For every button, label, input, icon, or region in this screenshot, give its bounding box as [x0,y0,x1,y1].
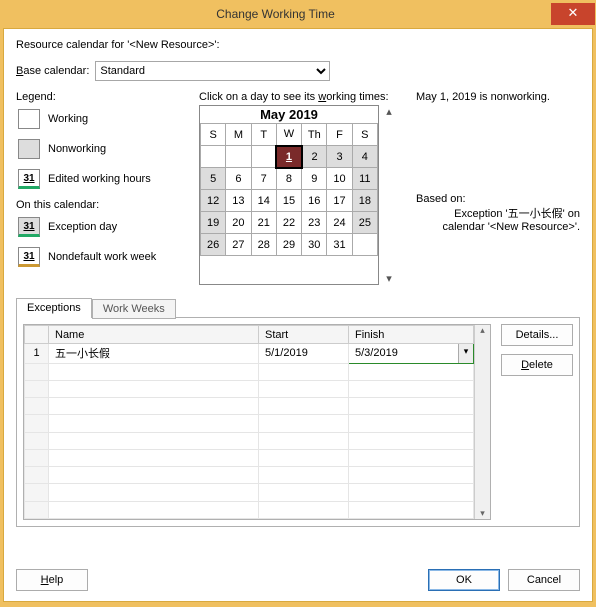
legend-nonworking-label: Nonworking [48,143,106,155]
legend-nondefault-swatch: 31 [18,247,40,267]
calendar-day[interactable]: 16 [302,190,327,212]
grid-corner [25,326,49,344]
calendar[interactable]: May 2019 SMTWThFS12345678910111213141516… [199,105,379,285]
chevron-down-icon[interactable]: ▾ [458,344,473,362]
resource-calendar-label: Resource calendar for '<New Resource>': [16,39,580,51]
calendar-day[interactable]: 22 [276,212,301,234]
calendar-dow: M [226,124,251,146]
calendar-day[interactable]: 14 [251,190,276,212]
calendar-day[interactable]: 25 [352,212,377,234]
calendar-day[interactable]: 24 [327,212,352,234]
exceptions-grid[interactable]: Name Start Finish 1 五一小长假 5/1/2019 5/3/2… [24,325,474,519]
calendar-day[interactable]: 19 [201,212,226,234]
scroll-up-icon[interactable]: ▴ [480,325,485,336]
calendar-day[interactable]: 10 [327,168,352,190]
calendar-day[interactable]: 11 [352,168,377,190]
calendar-day[interactable]: 28 [251,234,276,256]
calendar-day[interactable]: 1 [276,146,301,168]
legend-edited-swatch: 31 [18,169,40,189]
base-calendar-select[interactable]: Standard [95,61,330,81]
tab-work-weeks[interactable]: Work Weeks [92,299,176,319]
calendar-day[interactable]: 5 [201,168,226,190]
calendar-dow: Th [302,124,327,146]
calendar-hint: Click on a day to see its working times: [199,91,404,103]
legend-title: Legend: [16,91,191,103]
base-calendar-label: Base calendar: [16,65,89,77]
legend-nonworking-swatch [18,139,40,159]
calendar-day [251,146,276,168]
calendar-day[interactable]: 18 [352,190,377,212]
legend-edited-label: Edited working hours [48,173,151,185]
scroll-down-icon[interactable]: ▾ [480,508,485,519]
legend-exception-swatch: 31 [18,217,40,237]
legend-on-this-label: On this calendar: [16,199,191,211]
calendar-day[interactable]: 29 [276,234,301,256]
calendar-prev-icon[interactable]: ▴ [381,105,397,118]
grid-header-name[interactable]: Name [49,326,259,344]
calendar-day [352,234,377,256]
details-button[interactable]: Details... [501,324,573,346]
calendar-day[interactable]: 6 [226,168,251,190]
grid-cell-name[interactable]: 五一小长假 [49,344,259,363]
calendar-day[interactable]: 31 [327,234,352,256]
calendar-next-icon[interactable]: ▾ [381,272,397,285]
help-button[interactable]: Help [16,569,88,591]
calendar-day[interactable]: 7 [251,168,276,190]
cancel-button[interactable]: Cancel [508,569,580,591]
calendar-day[interactable]: 8 [276,168,301,190]
grid-cell-finish[interactable]: 5/3/2019 ▾ [349,344,474,363]
table-row[interactable]: 1 五一小长假 5/1/2019 5/3/2019 ▾ [25,344,474,363]
ok-button[interactable]: OK [428,569,500,591]
calendar-day[interactable]: 13 [226,190,251,212]
calendar-month-title: May 2019 [200,106,378,123]
calendar-day[interactable]: 27 [226,234,251,256]
tab-exceptions[interactable]: Exceptions [16,298,92,318]
calendar-day[interactable]: 26 [201,234,226,256]
calendar-day[interactable]: 9 [302,168,327,190]
grid-scrollbar[interactable]: ▴ ▾ [474,325,490,519]
based-on-label: Based on: [416,193,580,205]
calendar-dow: T [251,124,276,146]
calendar-day[interactable]: 2 [302,146,327,168]
based-on-text: Exception '五一小长假' on calendar '<New Reso… [416,205,580,233]
calendar-day [201,146,226,168]
close-icon[interactable]: ✕ [551,3,595,25]
calendar-dow: F [327,124,352,146]
day-status-text: May 1, 2019 is nonworking. [416,91,580,103]
calendar-day[interactable]: 12 [201,190,226,212]
calendar-day[interactable]: 3 [327,146,352,168]
grid-header-start[interactable]: Start [259,326,349,344]
calendar-day[interactable]: 15 [276,190,301,212]
grid-cell-start[interactable]: 5/1/2019 [259,344,349,363]
calendar-day[interactable]: 23 [302,212,327,234]
grid-header-finish[interactable]: Finish [349,326,474,344]
legend-exception-label: Exception day [48,221,117,233]
calendar-dow: W [276,124,301,146]
window-title: Change Working Time [0,7,551,21]
calendar-day [226,146,251,168]
calendar-day[interactable]: 20 [226,212,251,234]
delete-button[interactable]: Delete [501,354,573,376]
legend-working-label: Working [48,113,88,125]
grid-rownum: 1 [25,344,49,363]
calendar-day[interactable]: 21 [251,212,276,234]
calendar-day[interactable]: 4 [352,146,377,168]
calendar-dow: S [201,124,226,146]
calendar-dow: S [352,124,377,146]
legend-working-swatch [18,109,40,129]
calendar-day[interactable]: 17 [327,190,352,212]
calendar-day[interactable]: 30 [302,234,327,256]
legend-nondefault-label: Nondefault work week [48,251,156,263]
